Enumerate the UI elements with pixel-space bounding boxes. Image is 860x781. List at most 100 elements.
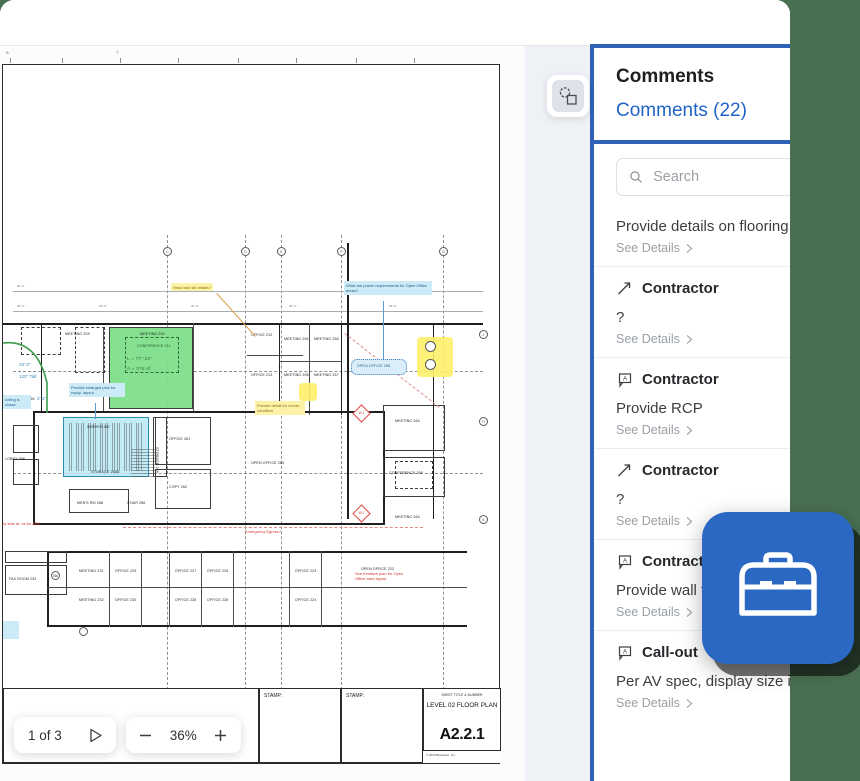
room-label: MEETING 255 [284,373,309,377]
note-corner-detail[interactable]: Provide detail for corner condition [255,401,305,415]
ruler-tick [296,58,297,63]
sheet-header: SHEET TITLE & NUMBER [423,693,501,697]
room-label: STORAGE 269 [155,447,159,473]
room-label: MEETING 254 [284,337,309,341]
room-outline [13,425,39,453]
wall [247,355,303,356]
next-page-button[interactable] [76,717,116,753]
svg-text:A: A [623,650,627,656]
grid-bubble [79,627,88,636]
ruler-tick [120,58,121,63]
wall [141,551,142,627]
chevron-right-icon [685,607,694,618]
note-marker[interactable] [3,621,19,639]
ruler-tick [238,58,239,63]
svg-text:A: A [623,559,627,565]
zoom-in-button[interactable] [201,717,241,753]
dim-text: 30'-0" [17,304,25,308]
chevron-right-icon [685,425,694,436]
grid-bubble: K [479,515,488,524]
wall [47,551,467,553]
grid-bubble: D [241,247,250,256]
wall [33,523,385,525]
wall [289,551,290,627]
plus-icon [213,728,228,743]
ruler-tick [178,58,179,63]
room-label: MEETING 232 [79,598,104,602]
wall [47,587,467,588]
note-ada[interactable]: ry side dr. ns for ADA [3,521,43,526]
room-outline [155,417,211,465]
shapes-icon [557,85,579,107]
wall [341,323,342,415]
grid-bubble: G [439,247,448,256]
wall [347,323,483,325]
arrow-icon [616,462,633,479]
comment-author: Contractor [642,462,719,479]
stamp-label-1: STAMP: [264,693,282,699]
ruler-label: T [116,50,118,55]
wall [347,323,349,519]
stamp-label-2: STAMP: [346,693,364,699]
room-label: MEETING 257 [314,373,339,377]
door-swing [425,341,436,352]
grid-bubble: E [277,247,286,256]
note-furniture-plan[interactable]: See furniture plan for Open Office area … [355,571,407,581]
wall [169,551,170,627]
arrow-icon [616,280,633,297]
tb-stamp-cell-2 [341,688,423,763]
room-label: COPY 262 [169,485,187,489]
tab-comments[interactable]: Comments (22) [616,100,747,122]
grid-bubble: J [479,330,488,339]
room-label: OFFICE 213 [251,373,272,377]
zoom-out-button[interactable] [126,717,166,753]
wall [279,361,341,362]
page-indicator: 1 of 3 [14,728,76,743]
drawing-page: C D E F G J H K 360 20'-0" 30'-0" 30'-0"… [2,64,500,764]
note-open-office-cloud: OPEN OFFICE 258 [357,364,390,368]
room-label: MEETING 264 [395,515,420,519]
table-outline [395,461,433,489]
room-outline [383,405,445,451]
svg-text:A: A [623,377,627,383]
wall [109,551,110,627]
callout-diamond: W-1 [352,504,370,522]
ruler-tick [10,58,11,63]
curved-partition [3,323,73,415]
egress-path [123,527,423,528]
shapes-tool-button[interactable] [547,75,589,117]
toolbox-icon[interactable] [702,512,854,664]
room-label: FAX ROOM 232 [9,577,36,581]
note-emergency-egress[interactable]: Emergency Egress? [245,529,281,534]
room-label: OFFICE 223 [295,569,316,573]
wall [103,327,104,411]
measurement-length: L = 77'-10" [127,356,152,361]
wall [47,625,467,627]
chevron-right-icon [685,516,694,527]
stair-hatch [131,447,155,477]
document-viewport[interactable]: B T C D E F G J H K [0,46,525,781]
room-label: MEETING 231 [79,569,104,573]
zoom-level: 36% [166,728,201,743]
tb-stamp-cell-1 [259,688,341,763]
see-details-label: See Details [616,605,680,619]
wall [309,323,310,415]
room-label: OFFICE 229 [115,569,136,573]
room-label: MEETING 220 [140,332,165,336]
room-label: LOBBY 256 [5,457,25,461]
shapes-tool-inner [552,80,584,112]
callout-icon: A [616,644,633,661]
see-details-label: See Details [616,241,680,255]
zoom-group: 36% [126,717,241,753]
app-toolbar [0,0,790,46]
viewer-toolbar: 1 of 3 36% [14,717,241,753]
page-title: Comments [616,66,714,88]
note-head-sill[interactable]: Head and sill details? [171,283,213,291]
room-label: CONFERENCE 211 [137,344,171,348]
ruler-tick [356,58,357,63]
room-label: OFFICE 230 [115,598,136,602]
note-enlarged-plan[interactable]: Provide enlarged plan for equip. layout [69,383,125,397]
room-label: OFFICE 261 [169,437,190,441]
tool-gutter [525,46,590,781]
note-power-req[interactable]: What are power requirements for Open Off… [344,281,432,295]
